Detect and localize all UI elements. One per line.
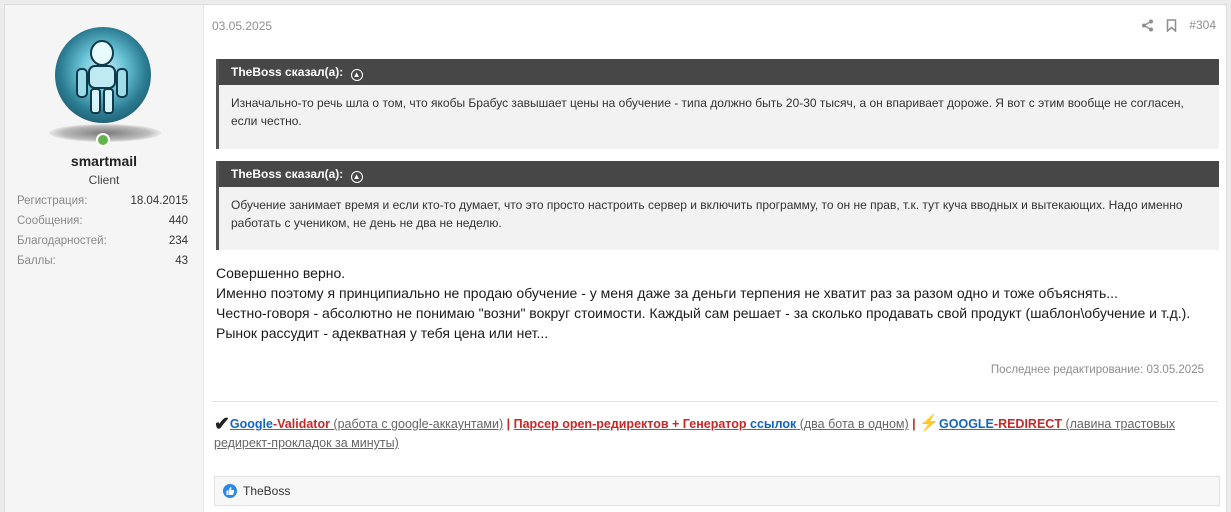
quote-block: TheBoss сказал(а): ▲ Изначально-то речь …	[216, 59, 1219, 149]
post-date[interactable]: 03.05.2025	[212, 19, 272, 33]
quote-text: Обучение занимает время и если кто-то ду…	[231, 198, 1183, 230]
checkmark-icon: ✔	[214, 414, 230, 435]
arrow-up-circle-icon[interactable]: ▲	[350, 69, 363, 81]
stat-value: 234	[168, 235, 188, 247]
share-icon[interactable]	[1141, 19, 1154, 32]
robot-figure-icon	[76, 40, 128, 114]
post-line: Совершенно верно.	[216, 265, 346, 281]
last-edited: Последнее редактирование: 03.05.2025	[990, 364, 1204, 376]
bookmark-icon[interactable]	[1166, 18, 1177, 32]
signature: ✔Google-Validator (работа с google-аккау…	[214, 415, 1214, 452]
lightning-icon: ⚡	[919, 415, 940, 432]
quote-header[interactable]: TheBoss сказал(а): ▲	[219, 59, 1219, 85]
stat-points: Баллы: 43	[17, 251, 188, 271]
reaction-user[interactable]: TheBoss	[243, 484, 290, 498]
thumbs-up-icon[interactable]	[223, 484, 237, 498]
signature-separator: |	[908, 417, 920, 431]
online-status-icon	[96, 133, 110, 147]
quote-block: TheBoss сказал(а): ▲ Обучение занимает в…	[216, 161, 1219, 250]
stat-label: Регистрация:	[17, 195, 88, 207]
post-line: Именно поэтому я принципиально не продаю…	[216, 285, 1118, 301]
quote-header[interactable]: TheBoss сказал(а): ▲	[219, 161, 1219, 187]
post-number[interactable]: #304	[1189, 18, 1216, 32]
reactions-bar: TheBoss	[214, 476, 1220, 506]
message-post: smartmail Client Регистрация: 18.04.2015…	[4, 4, 1227, 512]
signature-link-validator[interactable]: Google-Validator (работа с google-аккаун…	[230, 417, 503, 431]
stat-thanks: Благодарностей: 234	[17, 231, 188, 251]
stat-value[interactable]: 43	[175, 251, 188, 271]
stat-label: Сообщения:	[17, 215, 83, 227]
stat-messages: Сообщения: 440	[17, 211, 188, 231]
stat-value[interactable]: 440	[169, 211, 188, 231]
post-body: Совершенно верно. Именно поэтому я принц…	[216, 263, 1216, 343]
quote-author: TheBoss сказал(а):	[231, 167, 344, 181]
stat-label: Баллы:	[17, 255, 56, 267]
post-main: 03.05.2025 #304 TheBoss сказал(а): ▲ Изн…	[204, 5, 1226, 512]
stat-label: Благодарностей:	[17, 235, 107, 247]
signature-separator: |	[503, 417, 514, 431]
user-title: Client	[88, 173, 120, 187]
post-line: Честно-говоря - абсолютно не понимаю "во…	[216, 305, 1191, 341]
username[interactable]: smartmail	[5, 153, 203, 169]
quote-author: TheBoss сказал(а):	[231, 65, 344, 79]
user-sidebar: smartmail Client Регистрация: 18.04.2015…	[5, 5, 204, 512]
arrow-up-circle-icon[interactable]: ▲	[350, 171, 363, 183]
signature-divider	[212, 401, 1218, 402]
post-actions: #304	[1141, 18, 1216, 32]
avatar[interactable]	[55, 27, 151, 123]
signature-link-parser[interactable]: Парсер open-редиректов + Генератор ссыло…	[514, 417, 909, 431]
stat-value: 18.04.2015	[130, 195, 188, 207]
stat-registration: Регистрация: 18.04.2015	[17, 191, 188, 211]
quote-text: Изначально-то речь шла о том, что якобы …	[231, 96, 1184, 128]
user-stats: Регистрация: 18.04.2015 Сообщения: 440 Б…	[17, 191, 188, 271]
